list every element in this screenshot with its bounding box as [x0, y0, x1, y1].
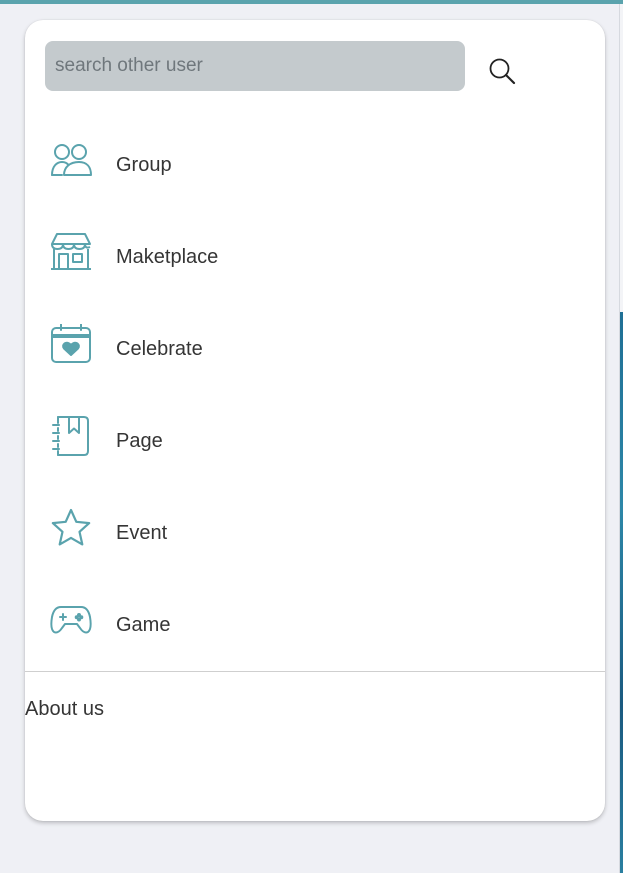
star-icon — [49, 508, 93, 548]
menu-item-label: Page — [116, 430, 163, 452]
menu-item-celebrate[interactable]: Celebrate — [25, 304, 605, 396]
menu-divider — [25, 671, 605, 672]
gamepad-icon — [49, 600, 93, 640]
menu-item-event[interactable]: Event — [25, 488, 605, 580]
search-button[interactable] — [485, 54, 519, 88]
menu-item-label: Group — [116, 154, 172, 176]
search-input[interactable] — [45, 41, 465, 91]
store-icon — [49, 232, 93, 272]
calendar-heart-icon — [49, 324, 93, 364]
group-icon — [49, 140, 93, 180]
menu-item-label: Celebrate — [116, 338, 203, 360]
search-icon — [489, 58, 516, 85]
top-accent-bar — [0, 0, 623, 4]
menu-item-label: Maketplace — [116, 246, 219, 268]
menu-item-label: Game — [116, 614, 171, 636]
menu-list: Group Maketplace Celebrate Page Event Ga… — [25, 120, 605, 672]
side-menu-panel: Group Maketplace — [25, 20, 605, 821]
menu-item-label: Event — [116, 522, 168, 544]
menu-item-game[interactable]: Game — [25, 580, 605, 672]
bookmark-notebook-icon — [49, 416, 93, 456]
menu-item-marketplace[interactable]: Maketplace — [25, 212, 605, 304]
menu-item-page[interactable]: Page — [25, 396, 605, 488]
about-us-link[interactable]: About us — [25, 697, 104, 721]
menu-item-group[interactable]: Group — [25, 120, 605, 212]
